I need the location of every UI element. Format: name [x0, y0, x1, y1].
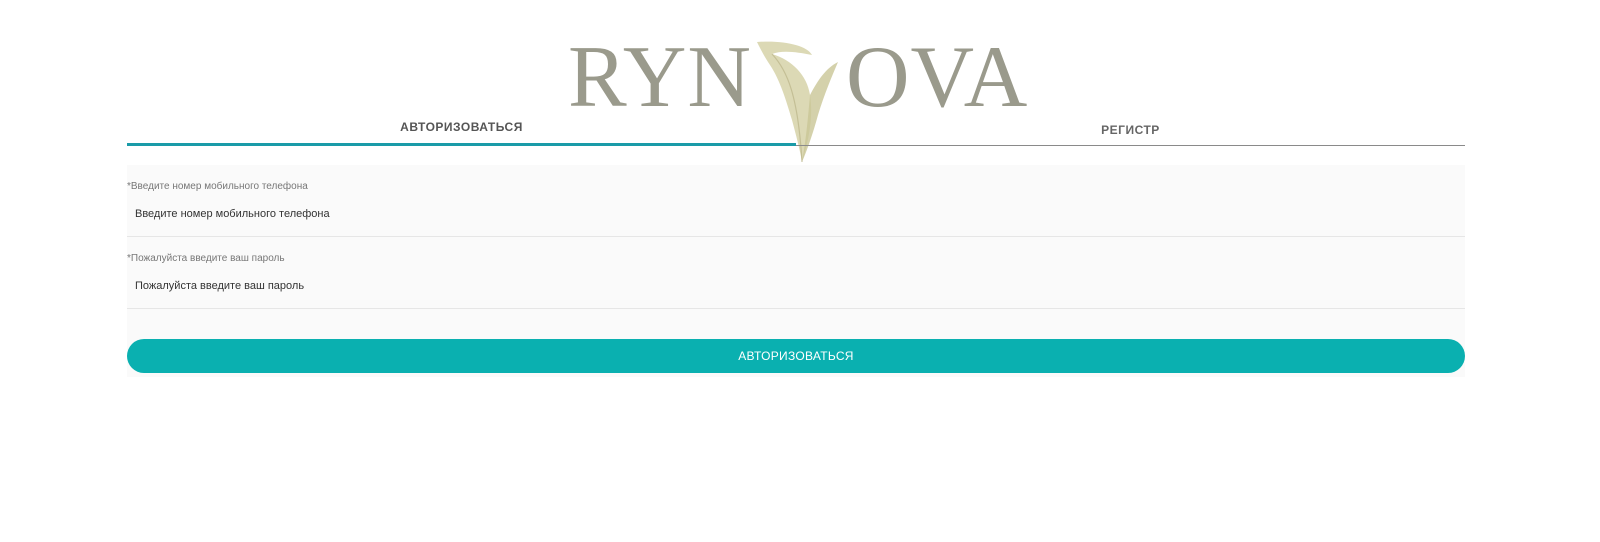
tab-divider [796, 145, 1465, 146]
phone-input[interactable] [133, 203, 1457, 225]
active-tab-indicator [127, 143, 796, 146]
logo-text-left: RYN [568, 29, 752, 126]
phone-field-group: *Введите номер мобильного телефона [127, 165, 1465, 237]
password-field-label: *Пожалуйста введите ваш пароль [127, 253, 285, 264]
password-input[interactable] [133, 275, 1457, 297]
phone-field-label: *Введите номер мобильного телефона [127, 181, 308, 192]
logo-text-right: OVA [846, 29, 1029, 126]
password-field-group: *Пожалуйста введите ваш пароль [127, 237, 1465, 309]
auth-tabs: АВТОРИЗОВАТЬСЯ РЕГИСТР [127, 110, 1465, 148]
tab-login[interactable]: АВТОРИЗОВАТЬСЯ [127, 110, 796, 146]
login-button[interactable]: АВТОРИЗОВАТЬСЯ [127, 339, 1465, 373]
login-page: RYN OVA АВТОРИЗОВАТЬСЯ РЕГИСТР *Введите … [0, 0, 1600, 542]
login-form: *Введите номер мобильного телефона *Пожа… [127, 165, 1465, 377]
tab-register[interactable]: РЕГИСТР [796, 110, 1465, 146]
